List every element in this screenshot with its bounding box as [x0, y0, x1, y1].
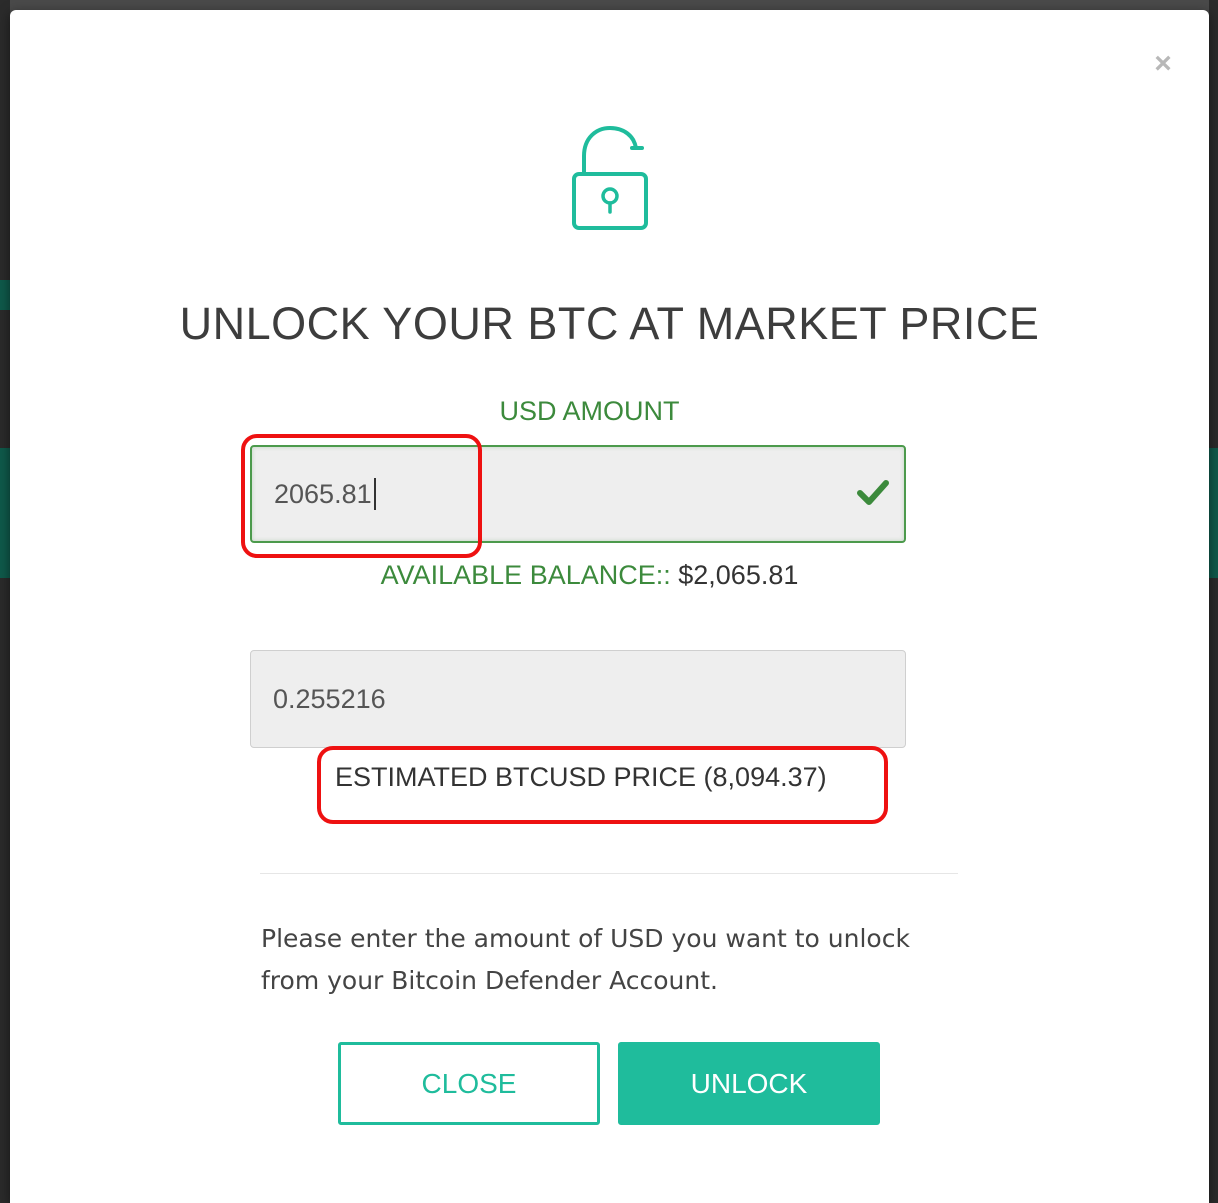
instruction-text: Please enter the amount of USD you want …	[261, 924, 910, 995]
usd-amount-label: USD AMOUNT	[499, 396, 680, 426]
available-balance-amount: $2,065.81	[678, 560, 799, 590]
background-accent-right	[1209, 448, 1218, 578]
close-icon[interactable]: ×	[1147, 48, 1179, 80]
background-accent-left	[0, 280, 10, 310]
background-page-left	[0, 0, 10, 1203]
available-balance: AVAILABLE BALANCE:: $2,065.81	[10, 560, 1169, 591]
btc-amount-value: 0.255216	[273, 683, 386, 714]
annotation-usd-highlight	[241, 434, 482, 558]
annotation-price-highlight	[317, 746, 888, 824]
unlock-modal: × UNLOCK YOUR BTC AT MARKET PRICE USD AM…	[10, 10, 1209, 1203]
checkmark-icon	[857, 480, 889, 505]
unlock-button[interactable]: UNLOCK	[618, 1042, 880, 1125]
background-page-right	[1209, 0, 1218, 1203]
close-button[interactable]: CLOSE	[338, 1042, 600, 1125]
unlocked-padlock-icon	[572, 125, 648, 230]
divider	[260, 873, 958, 874]
background-accent-left-2	[0, 448, 10, 578]
btc-amount-input[interactable]: 0.255216	[250, 650, 906, 748]
available-balance-label: AVAILABLE BALANCE::	[380, 560, 679, 590]
modal-title: UNLOCK YOUR BTC AT MARKET PRICE	[179, 298, 1040, 350]
